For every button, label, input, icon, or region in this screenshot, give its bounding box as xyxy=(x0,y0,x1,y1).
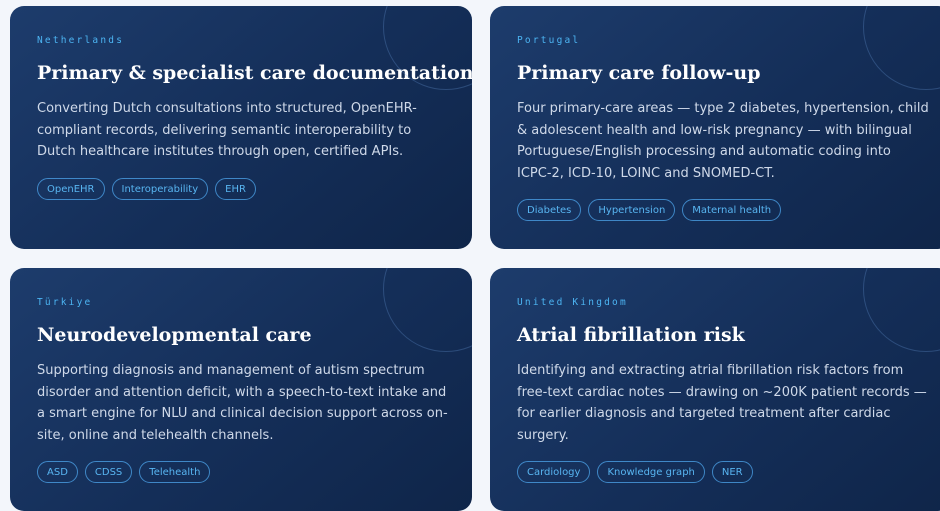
tag-ehr[interactable]: EHR xyxy=(215,177,256,200)
card-title: Primary care follow-up xyxy=(517,62,761,84)
card-tags: ASD CDSS Telehealth xyxy=(37,461,445,483)
card-tags: OpenEHR Interoperability EHR xyxy=(37,177,445,200)
card-description: Converting Dutch consultations into stru… xyxy=(37,101,417,159)
tag-cdss[interactable]: CDSS xyxy=(84,461,133,483)
tag-interoperability[interactable]: Interoperability xyxy=(111,177,209,200)
project-card-portugal: Portugal Primary care follow-up Four pri… xyxy=(490,6,940,249)
project-card-netherlands: Netherlands Primary & specialist care do… xyxy=(10,6,472,249)
tag-hypertension[interactable]: Hypertension xyxy=(588,199,676,221)
tag-ner[interactable]: NER xyxy=(711,461,753,483)
tag-knowledge-graph[interactable]: Knowledge graph xyxy=(597,461,705,483)
card-description: Supporting diagnosis and management of a… xyxy=(37,363,448,443)
tag-cardiology[interactable]: Cardiology xyxy=(517,461,591,483)
card-tags: Cardiology Knowledge graph NER xyxy=(517,461,925,483)
tag-asd[interactable]: ASD xyxy=(37,461,78,483)
tag-diabetes[interactable]: Diabetes xyxy=(517,199,582,221)
card-title: Primary & specialist care documentation xyxy=(37,62,472,84)
project-card-turkiye: Türkiye Neurodevelopmental care Supporti… xyxy=(10,268,472,511)
tag-telehealth[interactable]: Telehealth xyxy=(139,461,211,483)
card-description: Four primary-care areas — type 2 diabete… xyxy=(517,101,929,181)
card-description: Identifying and extracting atrial fibril… xyxy=(517,363,927,443)
tag-maternal-health[interactable]: Maternal health xyxy=(682,199,782,221)
card-tags: Diabetes Hypertension Maternal health xyxy=(517,199,925,221)
card-title: Neurodevelopmental care xyxy=(37,324,312,346)
tag-openehr[interactable]: OpenEHR xyxy=(37,177,105,200)
project-card-united-kingdom: United Kingdom Atrial fibrillation risk … xyxy=(490,268,940,511)
card-title: Atrial fibrillation risk xyxy=(517,324,745,346)
